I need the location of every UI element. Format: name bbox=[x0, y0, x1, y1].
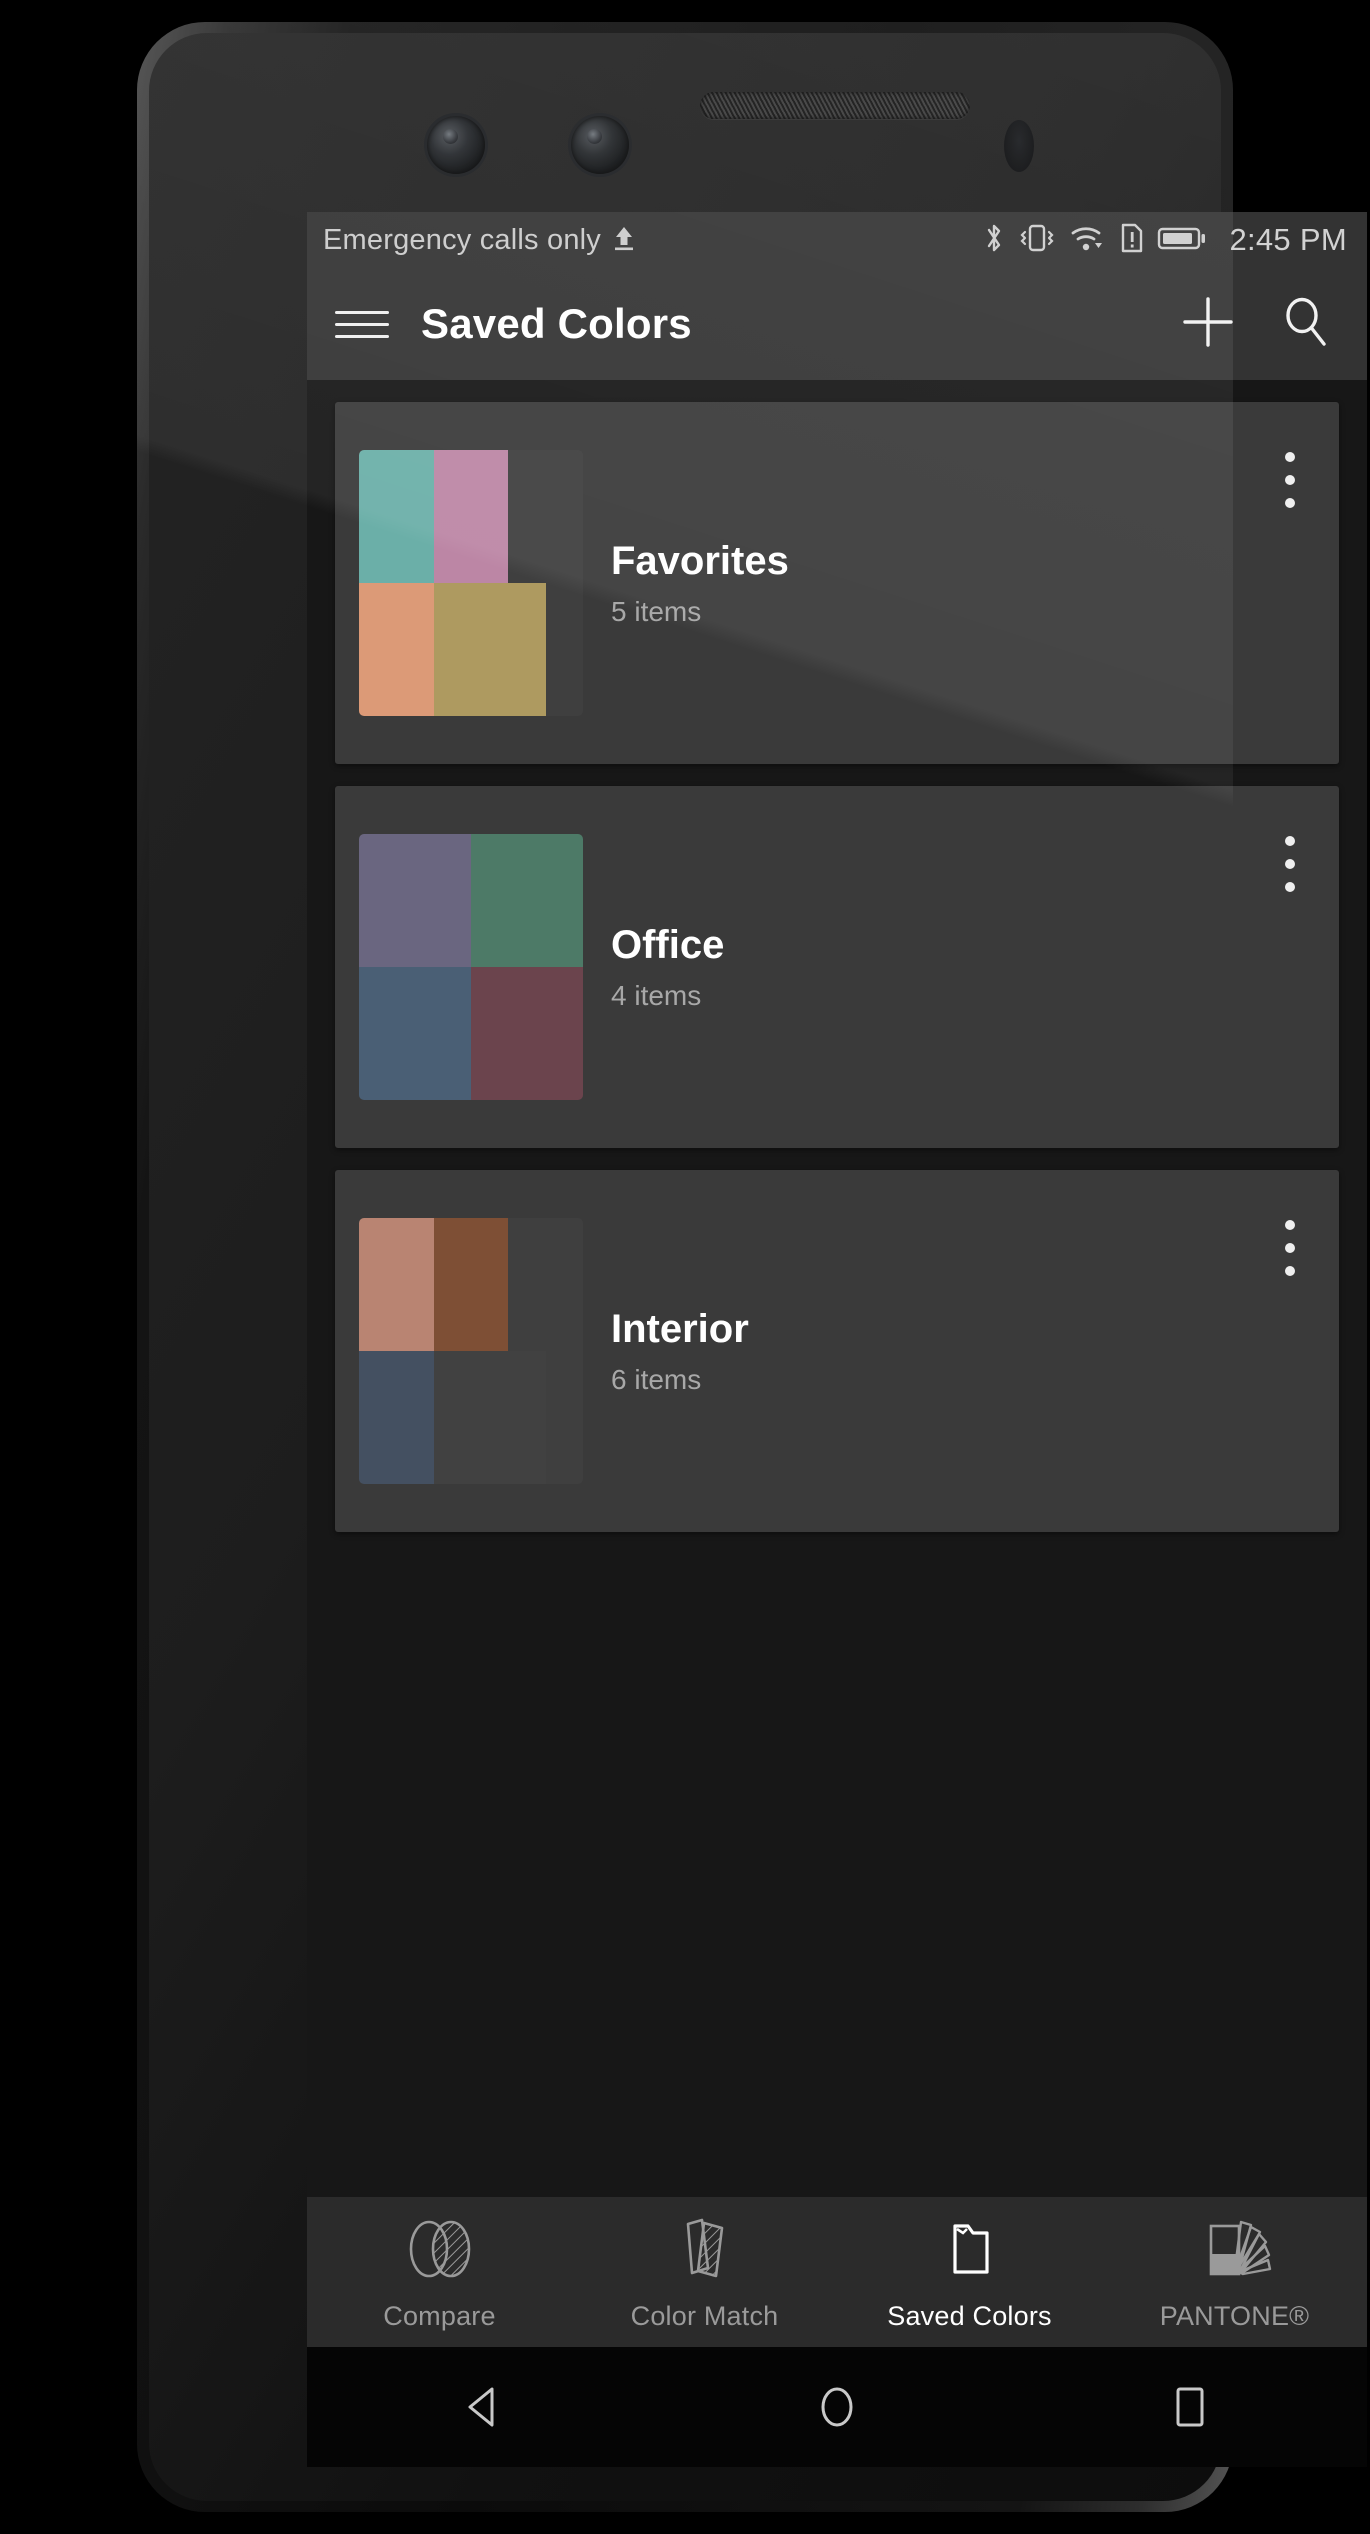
vibrate-icon bbox=[1017, 221, 1057, 260]
bottom-navigation-bar: Compare Color Match Saved Colors PANTONE… bbox=[307, 2197, 1367, 2347]
tab-label: Color Match bbox=[630, 2300, 779, 2331]
bluetooth-icon bbox=[983, 221, 1005, 260]
saved-colors-list: Favorites 5 items Office 4 items Interio… bbox=[307, 380, 1367, 2197]
folder-card-office[interactable]: Office 4 items bbox=[335, 786, 1339, 1148]
folder-item-count: 4 items bbox=[611, 980, 702, 1011]
upload-arrow-icon bbox=[611, 224, 637, 257]
wifi-icon bbox=[1069, 221, 1107, 260]
carrier-label: Emergency calls only bbox=[323, 223, 601, 256]
color-swatch bbox=[359, 583, 434, 716]
folder-icon bbox=[935, 2213, 1005, 2285]
plus-icon[interactable] bbox=[1179, 293, 1237, 356]
tab-label: PANTONE® bbox=[1159, 2300, 1310, 2331]
color-match-cards-icon bbox=[662, 2213, 748, 2285]
color-swatch bbox=[471, 834, 583, 967]
folder-card-favorites[interactable]: Favorites 5 items bbox=[335, 402, 1339, 764]
color-swatch bbox=[359, 967, 471, 1100]
more-vertical-icon[interactable] bbox=[1283, 836, 1297, 892]
android-system-nav-bar bbox=[307, 2347, 1367, 2467]
color-swatch bbox=[359, 1218, 434, 1351]
phone-device-frame: Emergency calls only 2:45 PM Saved Color… bbox=[137, 22, 1367, 2512]
color-swatch bbox=[433, 1351, 546, 1484]
swatch-preview-grid bbox=[359, 1218, 583, 1484]
folder-name: Favorites bbox=[611, 539, 789, 583]
tab-color-match[interactable]: Color Match bbox=[572, 2213, 837, 2332]
folder-item-count: 6 items bbox=[611, 1364, 702, 1395]
battery-icon bbox=[1157, 221, 1207, 260]
color-swatch bbox=[359, 834, 471, 967]
camera-lens-icon bbox=[427, 116, 485, 174]
status-icon-tray: 2:45 PM bbox=[983, 221, 1347, 260]
folder-card-interior[interactable]: Interior 6 items bbox=[335, 1170, 1339, 1532]
back-triangle-icon[interactable] bbox=[424, 2362, 544, 2452]
color-swatch bbox=[471, 967, 583, 1100]
folder-name: Interior bbox=[611, 1307, 749, 1351]
tab-saved-colors[interactable]: Saved Colors bbox=[837, 2213, 1102, 2332]
earpiece-speaker bbox=[700, 92, 970, 119]
folder-name: Office bbox=[611, 923, 725, 967]
status-bar: Emergency calls only 2:45 PM bbox=[307, 212, 1367, 268]
folder-item-count: 5 items bbox=[611, 596, 702, 627]
folder-text-block: Office 4 items bbox=[611, 922, 724, 1012]
folder-text-block: Interior 6 items bbox=[611, 1306, 749, 1396]
color-swatch bbox=[359, 1351, 434, 1484]
color-swatch bbox=[433, 450, 509, 583]
tab-label: Saved Colors bbox=[887, 2300, 1052, 2331]
camera-lens-icon bbox=[571, 116, 629, 174]
more-vertical-icon[interactable] bbox=[1283, 1220, 1297, 1276]
color-swatch bbox=[433, 583, 546, 716]
app-bar-actions bbox=[1179, 293, 1335, 356]
sim-alert-icon bbox=[1119, 221, 1145, 260]
tab-compare[interactable]: Compare bbox=[307, 2213, 572, 2332]
status-clock: 2:45 PM bbox=[1229, 222, 1347, 257]
tab-pantone[interactable]: PANTONE® bbox=[1102, 2213, 1367, 2332]
color-swatch bbox=[433, 1218, 509, 1351]
sensor-dot bbox=[1004, 120, 1034, 172]
hamburger-menu-icon[interactable] bbox=[335, 297, 389, 351]
home-circle-icon[interactable] bbox=[777, 2362, 897, 2452]
page-title: Saved Colors bbox=[421, 300, 692, 347]
search-icon[interactable] bbox=[1277, 293, 1335, 356]
more-vertical-icon[interactable] bbox=[1283, 452, 1297, 508]
swatch-preview-grid bbox=[359, 834, 583, 1100]
pantone-fan-deck-icon bbox=[1189, 2213, 1281, 2285]
compare-venn-icon bbox=[401, 2213, 479, 2285]
color-swatch bbox=[359, 450, 434, 583]
tab-label: Compare bbox=[383, 2300, 496, 2331]
app-bar: Saved Colors bbox=[307, 268, 1367, 380]
folder-text-block: Favorites 5 items bbox=[611, 538, 789, 628]
swatch-preview-grid bbox=[359, 450, 583, 716]
recents-square-icon[interactable] bbox=[1130, 2362, 1250, 2452]
phone-screen: Emergency calls only 2:45 PM Saved Color… bbox=[307, 212, 1367, 2347]
